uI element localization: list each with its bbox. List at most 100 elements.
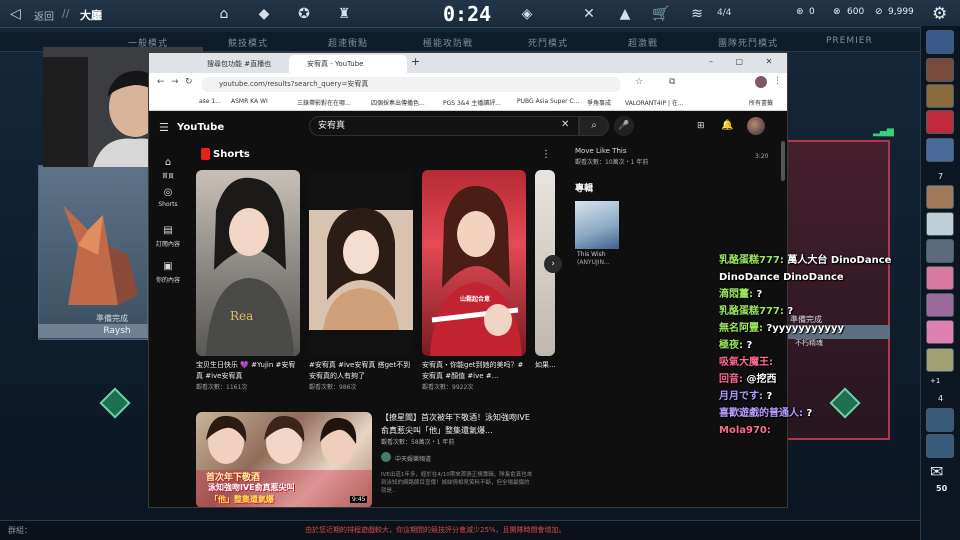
chat-username: 月月です: xyxy=(719,391,763,402)
back-arrow-icon[interactable]: ◁ xyxy=(10,6,26,22)
browser-tab-1[interactable]: 搜尋包功能 #直播也 xyxy=(189,55,289,73)
shorts-next-button[interactable]: › xyxy=(544,255,562,273)
friend-avatar-7[interactable] xyxy=(926,212,954,236)
bookmark-3[interactable]: 三錄帶影對在在哪... xyxy=(297,98,351,107)
search-icon[interactable]: ⌕ xyxy=(579,116,609,136)
back-nav-icon[interactable]: ← xyxy=(157,77,165,87)
bookmark-7[interactable]: 爭角事成 xyxy=(587,98,611,107)
crossed-swords-icon[interactable]: ✕ xyxy=(580,5,598,23)
queue-timer: 0:24 xyxy=(443,2,492,26)
battlepass-icon[interactable]: ♜ xyxy=(335,5,353,23)
short-3-title[interactable]: 安宥真・你能get到她的美吗？#安宥真 #顏值 #ive #... xyxy=(422,360,526,382)
hamburger-menu-icon[interactable]: ☰ xyxy=(159,121,169,134)
short-card-3[interactable]: 山鬆起合意 xyxy=(422,170,526,356)
video-title[interactable]: 【撩星聞】首次被年下敬酒！泳知強吻IVE俞真惹尖叫「他」整集還氣爆... xyxy=(381,411,533,437)
bell-icon[interactable]: 🔔 xyxy=(721,120,733,131)
mail-icon[interactable]: ✉ xyxy=(930,462,943,481)
mode-competitive[interactable]: 競技模式 xyxy=(228,36,268,49)
back-button[interactable]: 返回 xyxy=(34,8,54,23)
agents-icon[interactable]: ◆ xyxy=(255,5,273,23)
video-description: IVE出道1年多，經於在4/10帶來首張正規專輯，隊長俞真也來到泳知的網路節目宣… xyxy=(381,472,533,494)
yt-shorts-icon[interactable]: ◎ xyxy=(161,187,175,199)
mode-team-deathmatch[interactable]: 團隊死鬥模式 xyxy=(718,36,778,49)
chat-message: 喜歡遊戲的普通人: ? xyxy=(719,405,939,422)
youtube-search-input[interactable]: 安宥真 xyxy=(309,116,579,136)
career-icon[interactable]: ✪ xyxy=(295,5,313,23)
url-input[interactable]: youtube.com/results?search_query=安宥真 xyxy=(201,77,621,92)
stream-screen: { "game": { "back_label": "返回", "slash":… xyxy=(0,0,960,540)
bookmark-1[interactable]: ase 1... xyxy=(199,98,221,105)
short-1-title[interactable]: 宝贝生日快乐 💜 #Yujin #安宥真 #ive安宥真 xyxy=(196,360,300,382)
mode-spike-rush[interactable]: 超速衝點 xyxy=(328,36,368,49)
extensions-icon[interactable]: ⧉ xyxy=(669,77,675,87)
home-icon[interactable]: ⌂ xyxy=(215,5,233,23)
new-tab-button[interactable]: + xyxy=(411,55,420,68)
profile-avatar[interactable] xyxy=(755,76,767,88)
youtube-logo[interactable]: YouTube xyxy=(177,122,224,133)
yt-you-icon[interactable]: ▣ xyxy=(161,261,175,273)
mode-premier[interactable]: PREMIER xyxy=(826,36,873,46)
chat-username: 乳酪蛋糕777: xyxy=(719,255,784,266)
yt-home-label[interactable]: 首頁 xyxy=(149,171,187,180)
yt-subscriptions-label[interactable]: 訂閱內容 xyxy=(149,239,187,248)
bookmark-5[interactable]: PGS 3&4 主播讀評... xyxy=(443,98,501,107)
store-cart-icon[interactable]: 🛒 xyxy=(652,5,670,23)
chat-message: 乳酪蛋糕777: ? xyxy=(719,303,939,320)
yt-account-avatar[interactable] xyxy=(747,117,765,135)
friend-avatar-2[interactable] xyxy=(926,58,954,82)
menu-kebab-icon[interactable]: ⋮ xyxy=(773,76,782,86)
channel-avatar[interactable] xyxy=(381,452,391,462)
mail-count: 50 xyxy=(936,484,948,493)
gear-icon[interactable]: ⚙ xyxy=(932,4,947,24)
bookmark-6[interactable]: PUBG Asia Super C... xyxy=(517,98,579,105)
party-count: 4/4 xyxy=(717,8,732,18)
friend-avatar-5[interactable] xyxy=(926,138,954,162)
video-thumbnail[interactable]: 首次年下敬酒 泳知強吻IVE俞真惹尖叫 「他」整集還氣爆 xyxy=(196,412,372,507)
short-thumb-3 xyxy=(430,185,522,356)
channel-name[interactable]: 中天娛樂頻道 xyxy=(395,454,431,463)
party-icon[interactable]: ≋ xyxy=(688,5,706,23)
friend-avatar-6[interactable] xyxy=(926,185,954,209)
yt-home-icon[interactable]: ⌂ xyxy=(161,157,175,169)
reload-icon[interactable]: ↻ xyxy=(185,77,193,87)
mode-escalation[interactable]: 極能攻防戰 xyxy=(423,36,473,49)
create-video-icon[interactable]: ⊞ xyxy=(697,121,705,131)
bookmark-all[interactable]: 所有書籤 xyxy=(749,98,773,107)
short-2-title[interactable]: #安宥真 #ive安宥真 搭get不到安宥真的人有夠了 xyxy=(309,360,413,382)
album-name[interactable]: This Wish xyxy=(577,251,606,258)
mode-deathmatch[interactable]: 死鬥模式 xyxy=(528,36,568,49)
yt-you-label[interactable]: 你的內容 xyxy=(149,275,187,284)
bookmark-4[interactable]: 四個採奏出傳播色... xyxy=(371,98,425,107)
short-2-views: 觀看次數：986次 xyxy=(309,384,357,391)
yt-subscriptions-icon[interactable]: ▤ xyxy=(161,225,175,237)
browser-tab-youtube[interactable]: 安宥真 - YouTube xyxy=(289,55,407,73)
short-card-2[interactable] xyxy=(309,170,413,356)
friend-avatar-3[interactable] xyxy=(926,84,954,108)
star-icon[interactable]: ☆ xyxy=(635,77,643,87)
page-scrollbar[interactable] xyxy=(781,141,785,181)
friend-avatar-1[interactable] xyxy=(926,30,954,54)
agent-fox-art xyxy=(63,205,138,305)
mode-swiftplay[interactable]: 超激戰 xyxy=(628,36,658,49)
music-track-title[interactable]: Move Like This xyxy=(575,147,626,155)
window-controls[interactable]: – ▢ ✕ xyxy=(709,57,782,66)
short-4-title[interactable]: 如果... 火嗎？ xyxy=(535,360,555,371)
chat-message: 滴悶薑: ? xyxy=(719,286,939,303)
short-card-1[interactable]: Rea xyxy=(196,170,300,356)
chat-username: 乳酪蛋糕777: xyxy=(719,306,784,317)
kingdom-credit-icon: ⊘ xyxy=(875,7,883,17)
bookmark-2[interactable]: ASMR KA WI xyxy=(231,98,268,105)
play-diamond-icon[interactable]: ◈ xyxy=(518,5,536,23)
forward-nav-icon[interactable]: → xyxy=(171,77,179,87)
short-thumb-2 xyxy=(309,208,413,330)
collection-icon[interactable]: ▲ xyxy=(616,5,634,23)
mic-icon[interactable]: 🎤 xyxy=(614,116,634,136)
friend-avatar-4[interactable] xyxy=(926,110,954,134)
bookmark-8[interactable]: VALORANT4IP | 在... xyxy=(625,98,684,107)
shorts-more-icon[interactable]: ⋮ xyxy=(541,149,551,160)
album-cover[interactable] xyxy=(575,201,619,249)
clear-search-icon[interactable]: ✕ xyxy=(561,119,569,130)
chat-message: 吸氣大魔王: xyxy=(719,354,939,371)
chat-username: Mola970: xyxy=(719,425,771,436)
yt-shorts-label[interactable]: Shorts xyxy=(149,201,187,208)
